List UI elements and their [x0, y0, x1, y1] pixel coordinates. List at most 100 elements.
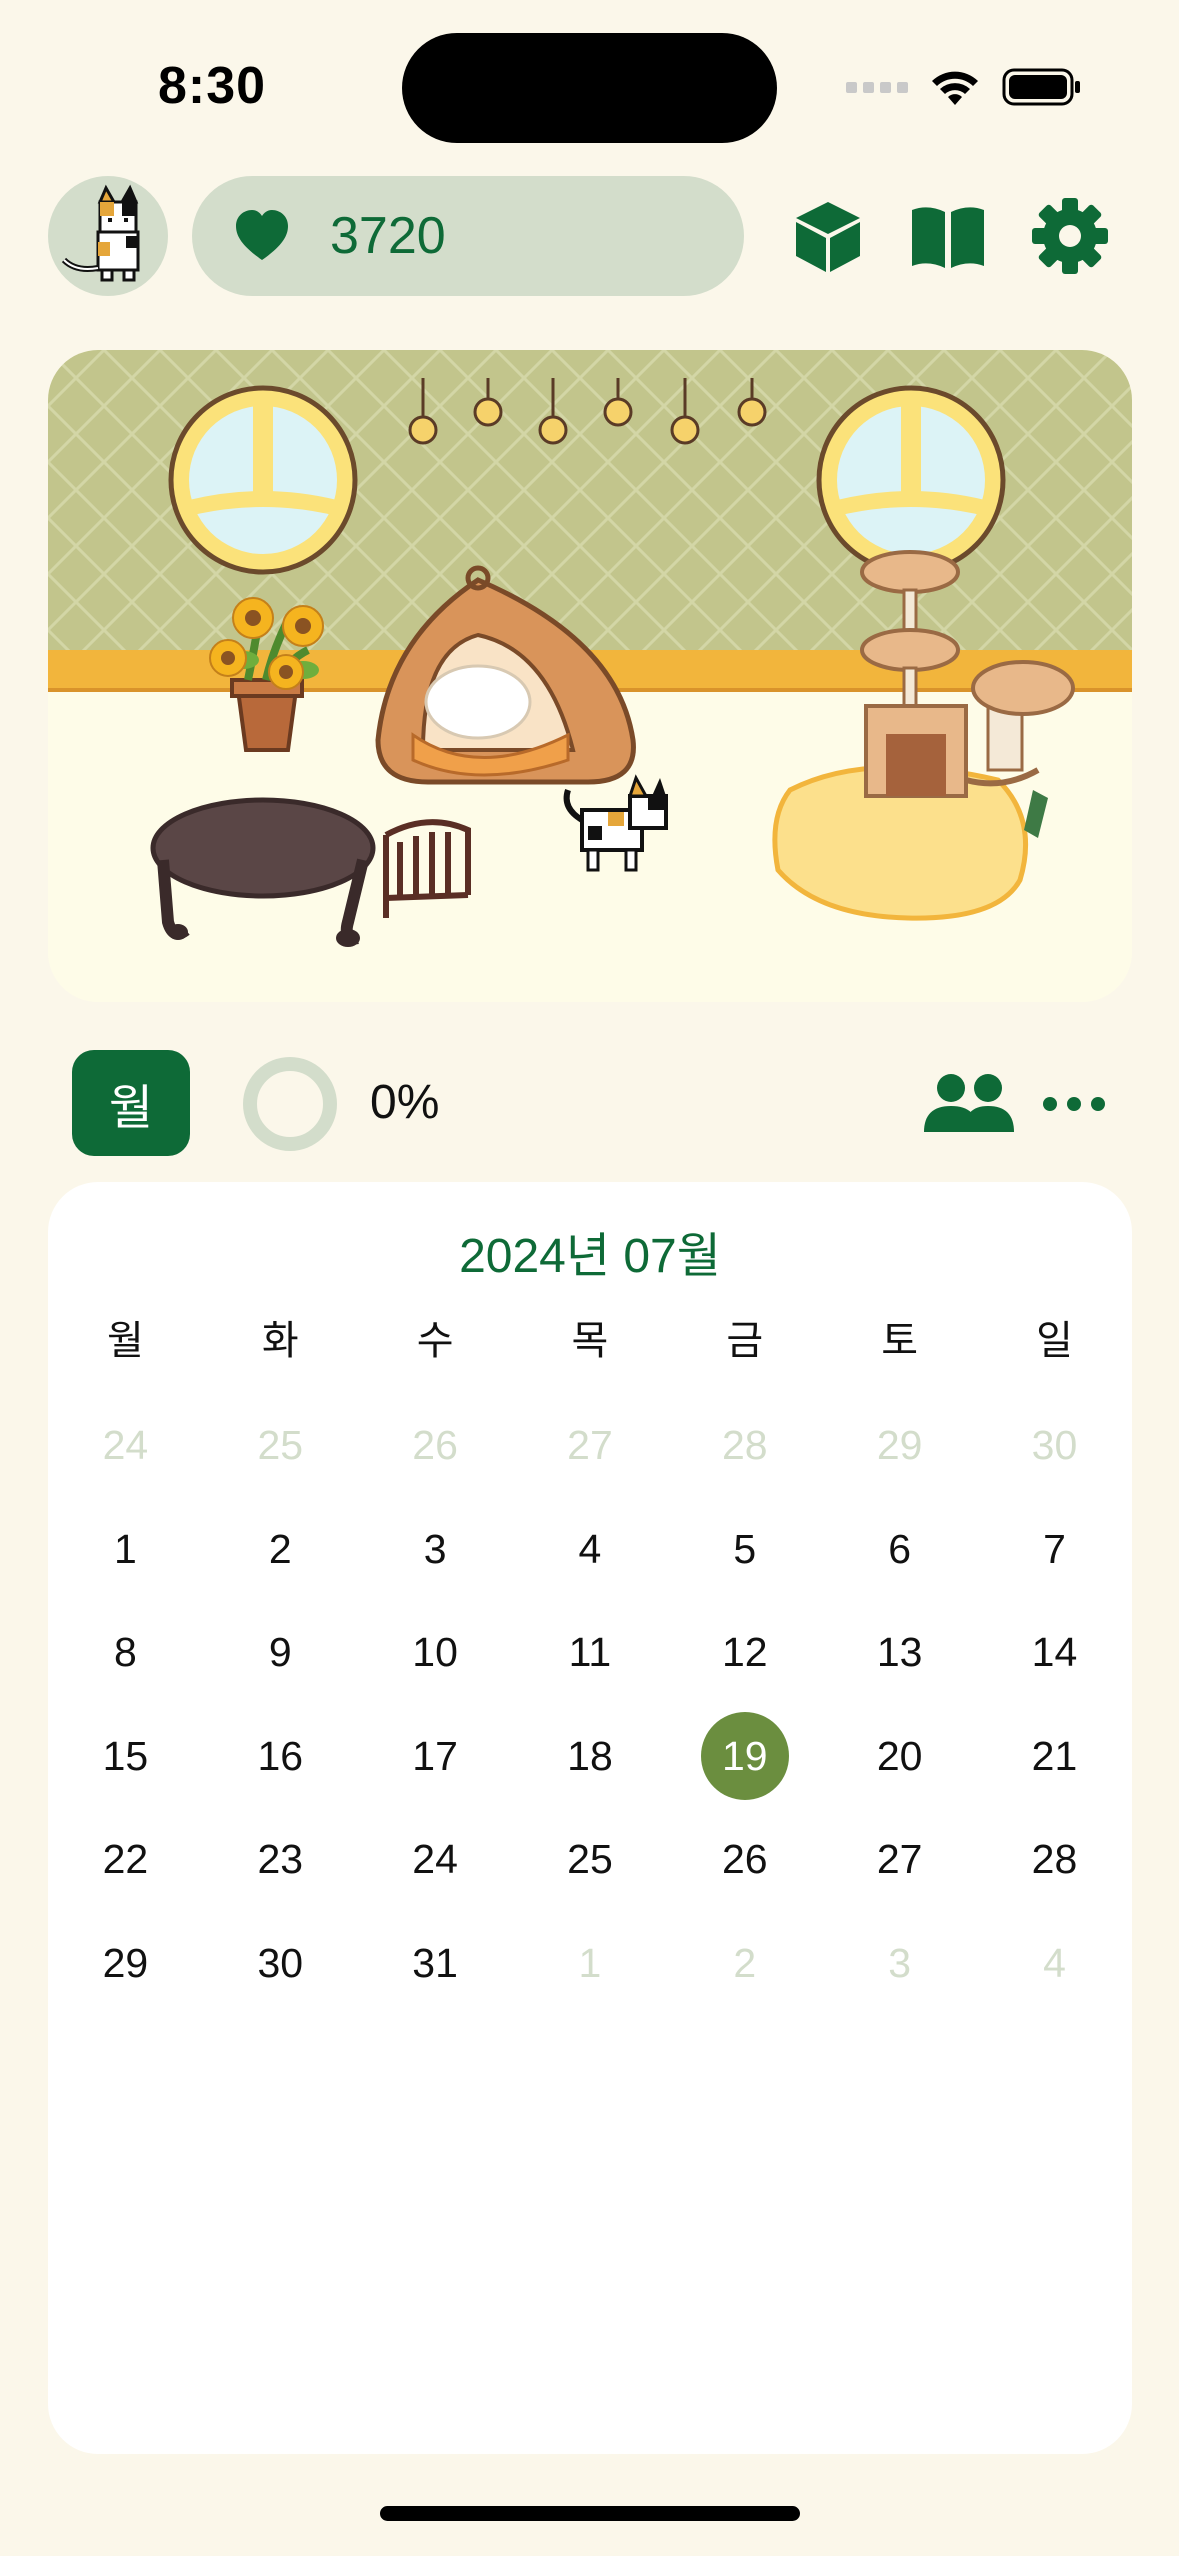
calendar-day-number: 22	[102, 1836, 149, 1883]
status-time: 8:30	[158, 57, 267, 115]
calendar-day[interactable]: 12	[667, 1601, 822, 1705]
calendar-title[interactable]: 2024년 07월	[48, 1216, 1132, 1286]
cellular-signal-icon	[846, 81, 908, 93]
calendar-day[interactable]: 10	[358, 1601, 513, 1705]
calendar-day-number: 24	[412, 1836, 458, 1883]
calendar-day[interactable]: 13	[822, 1601, 977, 1705]
calendar-day[interactable]: 25	[513, 1808, 668, 1912]
book-icon[interactable]	[908, 196, 988, 276]
calendar-day[interactable]: 23	[203, 1808, 358, 1912]
friends-icon[interactable]	[924, 1072, 1014, 1134]
calendar-day[interactable]: 28	[977, 1808, 1132, 1912]
calendar-day-number: 30	[1031, 1422, 1078, 1469]
calendar-day-number: 3	[423, 1525, 447, 1572]
calendar-day-outside[interactable]: 1	[513, 1912, 668, 2016]
calendar-day-number: 30	[257, 1939, 304, 1986]
calendar-day[interactable]: 4	[513, 1498, 668, 1602]
weekday-label: 월	[107, 1319, 144, 1363]
calendar-day-number: 4	[578, 1525, 602, 1572]
calendar-day-number: 16	[257, 1732, 304, 1779]
calendar-grid: 월화수목금토일 24 25 26 27 28 29 30 1 2 3 4 5 6 7 8 9 10 11 12 13 1…	[48, 1302, 1132, 2015]
calendar-day-outside[interactable]: 29	[822, 1394, 977, 1498]
calendar-day-number: 6	[888, 1525, 912, 1572]
calendar-day[interactable]: 26	[667, 1808, 822, 1912]
calendar-day[interactable]: 11	[513, 1601, 668, 1705]
weekday-label: 수	[416, 1319, 454, 1363]
calendar-day[interactable]: 8	[48, 1601, 203, 1705]
home-indicator[interactable]	[380, 2506, 800, 2521]
calendar-day-number: 28	[721, 1422, 768, 1469]
weekday-label: 일	[1036, 1319, 1073, 1363]
calendar-day-number: 14	[1031, 1629, 1078, 1676]
calendar-day[interactable]: 18	[513, 1705, 668, 1809]
calendar-day-number: 15	[102, 1732, 149, 1779]
calendar-day[interactable]: 15	[48, 1705, 203, 1809]
calendar-day-number: 26	[412, 1422, 458, 1469]
calendar-day-outside[interactable]: 4	[977, 1912, 1132, 2016]
room-illustration	[48, 350, 1132, 1002]
calendar-day[interactable]: 2	[203, 1498, 358, 1602]
calendar-day[interactable]: 5	[667, 1498, 822, 1602]
calendar-day-outside[interactable]: 30	[977, 1394, 1132, 1498]
calendar-day-selected[interactable]: 19	[667, 1705, 822, 1809]
calendar-day[interactable]: 17	[358, 1705, 513, 1809]
calendar-day-outside[interactable]: 28	[667, 1394, 822, 1498]
calendar-day-number: 27	[876, 1836, 923, 1883]
weekday-header: 월화수목금토일	[48, 1302, 1132, 1394]
gear-icon[interactable]	[1030, 196, 1110, 276]
calendar-day-number: 9	[268, 1629, 292, 1676]
dynamic-island	[402, 33, 777, 143]
calendar-day-number: 26	[721, 1836, 768, 1883]
calendar-day-outside[interactable]: 26	[358, 1394, 513, 1498]
calendar-day-number: 25	[567, 1836, 613, 1883]
calendar-day-number: 18	[567, 1732, 613, 1779]
avatar[interactable]	[48, 176, 168, 296]
calendar-day[interactable]: 20	[822, 1705, 977, 1809]
calendar-week-row: 1 2 3 4 5 6 7	[48, 1498, 1132, 1602]
calendar-day-outside[interactable]: 27	[513, 1394, 668, 1498]
calendar-day-number: 21	[1031, 1732, 1078, 1779]
calendar-day-number: 19	[700, 1712, 789, 1801]
inventory-cube-icon[interactable]	[788, 196, 868, 276]
calendar-day-number: 1	[114, 1525, 137, 1572]
calendar-day[interactable]: 9	[203, 1601, 358, 1705]
progress-text: 0%	[370, 1076, 440, 1129]
calendar-day-number: 29	[102, 1939, 149, 1986]
calendar-day-number: 20	[876, 1732, 923, 1779]
calendar-day[interactable]: 27	[822, 1808, 977, 1912]
calendar-day[interactable]: 22	[48, 1808, 203, 1912]
heart-icon	[236, 210, 288, 260]
calendar-day[interactable]: 1	[48, 1498, 203, 1602]
calendar-day-number: 5	[733, 1525, 757, 1572]
cat-room-scene[interactable]	[48, 350, 1132, 1002]
calendar-day[interactable]: 24	[358, 1808, 513, 1912]
calendar-week-row: 15 16 17 18 19 20 21	[48, 1705, 1132, 1809]
weekday-label: 목	[571, 1319, 609, 1363]
calendar-day[interactable]: 29	[48, 1912, 203, 2016]
progress-ring	[243, 1057, 337, 1151]
calico-cat-avatar-icon	[61, 184, 140, 282]
calendar-day[interactable]: 6	[822, 1498, 977, 1602]
status-icons	[846, 62, 1082, 112]
calendar-day-number: 23	[257, 1836, 304, 1883]
battery-icon	[1002, 68, 1080, 106]
calendar-week-row: 24 25 26 27 28 29 30	[48, 1394, 1132, 1498]
calendar-day-outside[interactable]: 24	[48, 1394, 203, 1498]
calendar-day-number: 3	[888, 1939, 912, 1986]
calendar-day[interactable]: 7	[977, 1498, 1132, 1602]
month-view-toggle[interactable]: 월	[72, 1050, 190, 1156]
calendar-day-outside[interactable]: 3	[822, 1912, 977, 2016]
calendar-day[interactable]: 30	[203, 1912, 358, 2016]
calendar-week-row: 22 23 24 25 26 27 28	[48, 1808, 1132, 1912]
calendar-day[interactable]: 31	[358, 1912, 513, 2016]
more-icon[interactable]	[1042, 1090, 1106, 1118]
calendar-day[interactable]: 14	[977, 1601, 1132, 1705]
calendar-day[interactable]: 21	[977, 1705, 1132, 1809]
calendar-day[interactable]: 16	[203, 1705, 358, 1809]
calendar-day-outside[interactable]: 25	[203, 1394, 358, 1498]
calendar-week-row: 29 30 31 1 2 3 4	[48, 1912, 1132, 2016]
calendar-day-number: 13	[876, 1629, 923, 1676]
calendar-day-number: 1	[578, 1939, 602, 1986]
calendar-day-outside[interactable]: 2	[667, 1912, 822, 2016]
calendar-day[interactable]: 3	[358, 1498, 513, 1602]
